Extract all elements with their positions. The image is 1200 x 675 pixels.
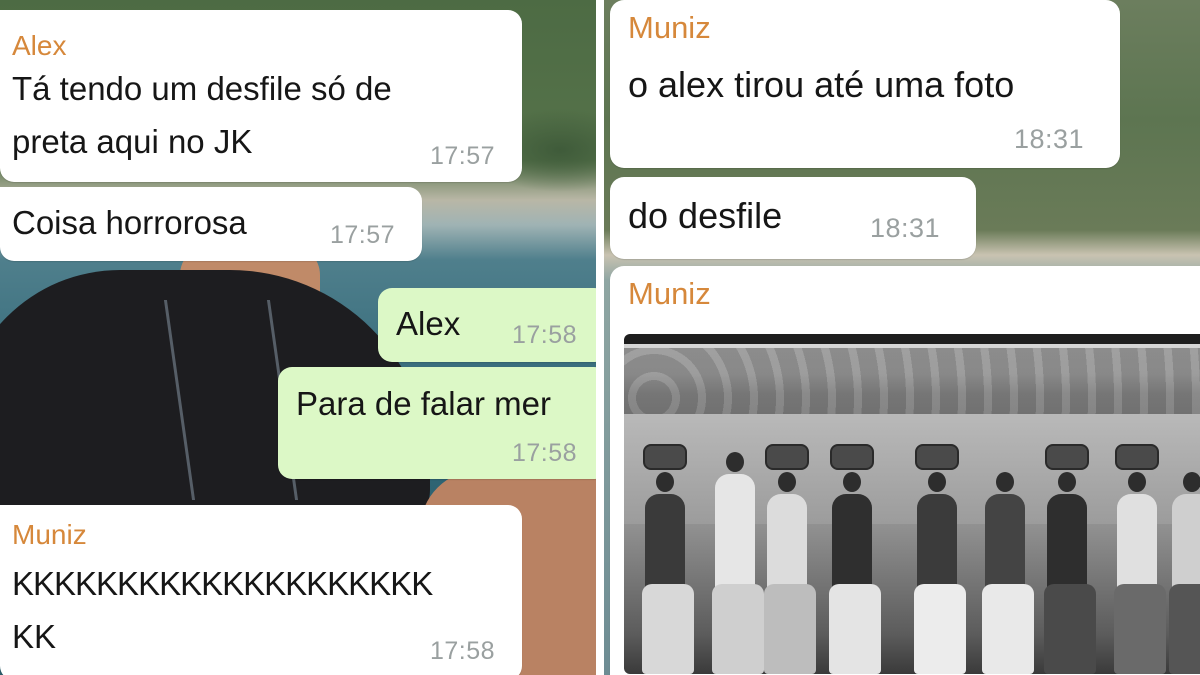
sender-name: Muniz [628, 10, 711, 45]
sender-name: Muniz [628, 276, 711, 311]
message-text: KK [12, 618, 57, 655]
message-timestamp: 18:31 [1014, 124, 1085, 154]
message-text: o alex tirou até uma foto [628, 64, 1015, 105]
photo-figure [764, 444, 816, 674]
sender-name: Alex [12, 30, 67, 61]
message-timestamp: 17:57 [330, 221, 396, 249]
sender-name: Muniz [12, 519, 87, 550]
photo-trees [624, 348, 1200, 418]
photo-figure [982, 472, 1034, 674]
message-bubble-incoming[interactable]: Muniz o alex tirou até uma foto 18:31 [610, 0, 1120, 168]
attached-photo[interactable] [624, 334, 1200, 674]
message-text: KKKKKKKKKKKKKKKKKKKK [12, 565, 433, 602]
message-text: Coisa horrorosa [12, 204, 247, 241]
message-text: preta aqui no JK [12, 123, 253, 160]
photo-figure [829, 444, 881, 674]
photo-figure [1114, 444, 1166, 674]
message-text: Tá tendo um desfile só de [12, 70, 392, 107]
message-timestamp: 17:58 [512, 321, 578, 349]
message-bubble-incoming[interactable]: Alex Tá tendo um desfile só de preta aqu… [0, 10, 522, 182]
message-bubble-image[interactable]: Muniz [610, 266, 1200, 675]
message-text: Alex [396, 305, 461, 342]
chat-panel-right: Muniz o alex tirou até uma foto 18:31 do… [604, 0, 1200, 675]
message-timestamp: 17:58 [512, 439, 578, 467]
photo-figure [1044, 444, 1096, 674]
photo-figure [642, 444, 694, 674]
message-bubble-incoming[interactable]: Coisa horrorosa 17:57 [0, 187, 422, 261]
message-bubble-outgoing[interactable]: Para de falar mer 17:58 [278, 367, 596, 479]
message-bubble-incoming[interactable]: Muniz KKKKKKKKKKKKKKKKKKKK KK 17:58 [0, 505, 522, 675]
chat-panel-left: Alex Tá tendo um desfile só de preta aqu… [0, 0, 596, 675]
message-text: Para de falar mer [296, 385, 551, 422]
photo-figure [914, 444, 966, 674]
photo-figure [712, 452, 764, 674]
message-timestamp: 17:57 [430, 142, 496, 170]
message-timestamp: 17:58 [430, 637, 496, 665]
message-text: do desfile [628, 195, 783, 236]
message-bubble-incoming[interactable]: do desfile 18:31 [610, 177, 976, 259]
message-bubble-outgoing[interactable]: Alex 17:58 [378, 288, 596, 362]
photo-figure [1169, 472, 1200, 674]
panel-separator [596, 0, 604, 675]
message-timestamp: 18:31 [870, 213, 941, 243]
